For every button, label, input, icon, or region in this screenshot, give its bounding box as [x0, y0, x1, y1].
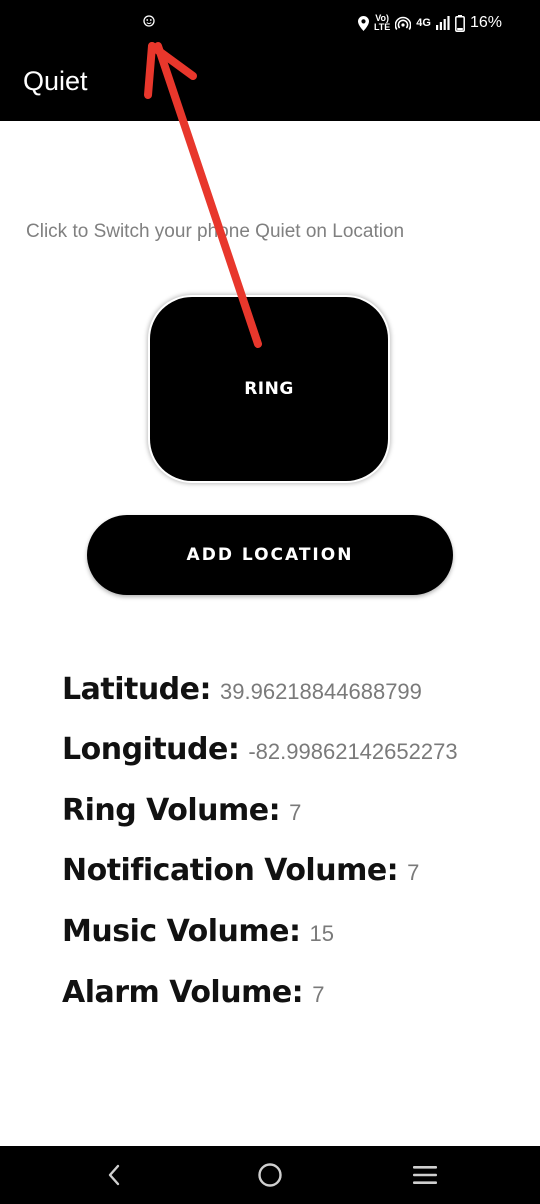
- app-bar: Quiet: [0, 46, 540, 121]
- app-title: Quiet: [23, 66, 88, 96]
- longitude-row: Longitude: -82.99862142652273: [62, 732, 458, 767]
- notification-volume-value: 7: [407, 860, 420, 885]
- home-button[interactable]: [255, 1160, 285, 1190]
- status-icons: Vo) LTE 4G 16%: [357, 11, 502, 35]
- music-volume-value: 15: [309, 921, 334, 946]
- back-icon: [108, 1164, 120, 1186]
- face-icon: [143, 15, 155, 27]
- latitude-value: 39.96218844688799: [220, 679, 422, 704]
- music-volume-label: Music Volume:: [62, 914, 301, 949]
- notification-volume-row: Notification Volume: 7: [62, 853, 419, 888]
- notification-volume-label: Notification Volume:: [62, 853, 399, 888]
- volte-bottom-label: LTE: [373, 22, 391, 32]
- instruction-text: Click to Switch your phone Quiet on Loca…: [26, 221, 405, 242]
- location-icon: [357, 15, 369, 31]
- alarm-volume-label: Alarm Volume:: [62, 975, 304, 1010]
- alarm-volume-value: 7: [312, 982, 325, 1007]
- signal-icon: [435, 16, 450, 30]
- longitude-value: -82.99862142652273: [248, 739, 458, 764]
- battery-icon: [455, 14, 465, 32]
- alarm-volume-row: Alarm Volume: 7: [62, 975, 324, 1010]
- system-nav-bar: [0, 1146, 540, 1204]
- latitude-row: Latitude: 39.96218844688799: [62, 672, 422, 707]
- longitude-label: Longitude:: [62, 732, 240, 767]
- latitude-label: Latitude:: [62, 672, 212, 707]
- back-button[interactable]: [99, 1160, 129, 1190]
- status-bar: Vo) LTE 4G 16%: [0, 0, 540, 46]
- volte-icon: Vo) LTE: [374, 14, 390, 32]
- ring-volume-value: 7: [289, 800, 302, 825]
- hotspot-icon: [395, 16, 412, 30]
- ring-volume-row: Ring Volume: 7: [62, 793, 301, 828]
- home-icon: [258, 1163, 282, 1187]
- network-type-label: 4G: [416, 17, 431, 29]
- ring-mode-button[interactable]: RING: [150, 297, 388, 481]
- add-location-button[interactable]: ADD LOCATION: [87, 515, 453, 595]
- ring-volume-label: Ring Volume:: [62, 793, 281, 828]
- annotation-arrow: [144, 42, 262, 348]
- recents-button[interactable]: [410, 1160, 440, 1190]
- recents-menu-icon: [413, 1166, 437, 1184]
- battery-percent: 16%: [469, 14, 502, 31]
- music-volume-row: Music Volume: 15: [62, 914, 334, 949]
